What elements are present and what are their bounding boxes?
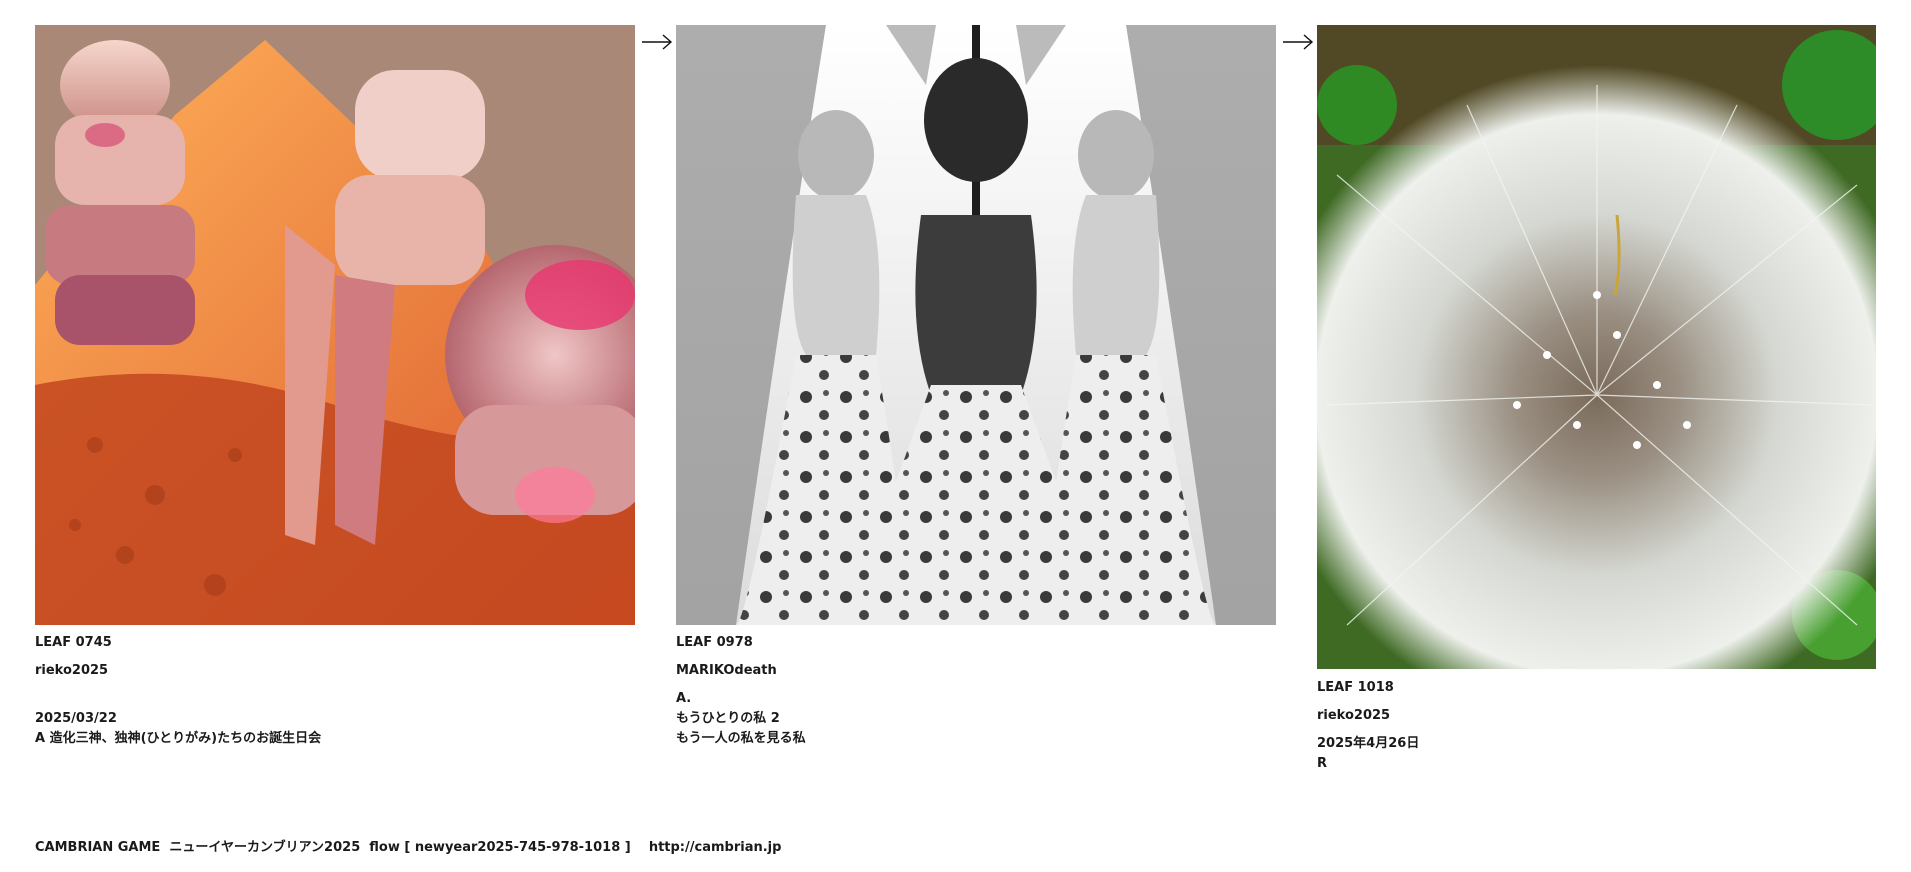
leaf-0745-artwork — [35, 25, 635, 625]
leaf-0745-image[interactable] — [35, 25, 635, 625]
author-name[interactable]: MARIKOdeath — [676, 661, 777, 681]
author-name[interactable]: rieko2025 — [35, 661, 108, 681]
leaf-number: LEAF 1018 — [1317, 680, 1394, 695]
post-caption-line: もうひとりの私 2 — [676, 711, 780, 726]
leaf-number: LEAF 0745 — [35, 635, 112, 650]
post-caption-line: A. — [676, 691, 692, 706]
post-caption-line: もう一人の私を見る私 — [676, 731, 806, 746]
leaf-1018-image[interactable] — [1317, 25, 1876, 669]
leaf-0978-artwork — [676, 25, 1276, 625]
right-arrow-icon — [642, 34, 673, 50]
leaf-1018-artwork — [1317, 25, 1876, 669]
post-caption: A 造化三神、独神(ひとりがみ)たちのお誕生日会 — [35, 731, 322, 746]
leaf-0978-image[interactable] — [676, 25, 1276, 625]
post-date: 2025/03/22 — [35, 711, 117, 726]
leaf-number: LEAF 0978 — [676, 635, 753, 650]
right-arrow-icon — [1283, 34, 1314, 50]
footer-credit[interactable]: CAMBRIAN GAME ニューイヤーカンブリアン2025 flow [ ne… — [35, 836, 781, 855]
post-caption: R — [1317, 756, 1328, 771]
author-name[interactable]: rieko2025 — [1317, 706, 1390, 726]
post-date: 2025年4月26日 — [1317, 736, 1420, 751]
